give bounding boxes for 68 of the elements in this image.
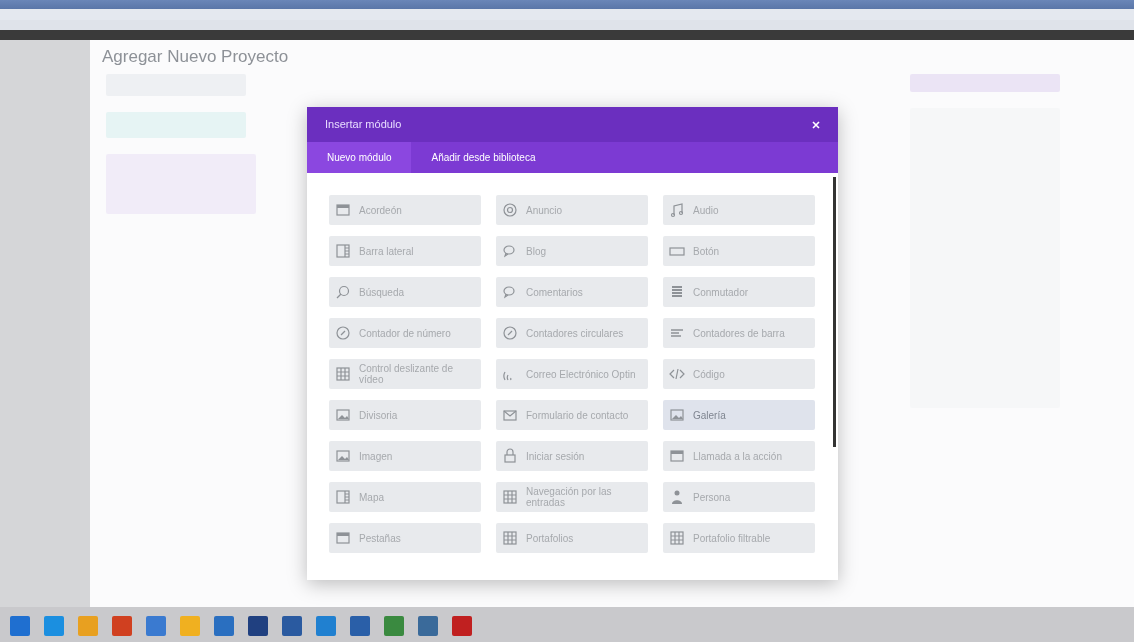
circle-icon [335, 325, 351, 341]
scrollbar[interactable] [833, 177, 836, 447]
module-tile[interactable]: Búsqueda [329, 277, 481, 307]
page-heading: Agregar Nuevo Proyecto [101, 46, 290, 68]
taskbar-app-icon[interactable] [146, 615, 166, 636]
grid-icon [502, 489, 518, 505]
close-icon[interactable] [812, 120, 820, 129]
grid-icon [669, 530, 685, 546]
module-tile[interactable]: Control deslizante de vídeo [329, 359, 481, 389]
taskbar-app-icon[interactable] [384, 615, 404, 636]
module-tile[interactable]: Contadores circulares [496, 318, 648, 348]
window-icon [669, 448, 685, 464]
taskbar-app-icon[interactable] [282, 615, 302, 636]
person-icon [669, 489, 685, 505]
module-tile[interactable]: Botón [663, 236, 815, 266]
taskbar-app-icon[interactable] [112, 615, 132, 636]
search-icon [335, 284, 351, 300]
picture-icon [669, 407, 685, 423]
window-icon [335, 530, 351, 546]
taskbar-app-icon[interactable] [418, 615, 438, 636]
module-tile[interactable]: Barra lateral [329, 236, 481, 266]
module-tile[interactable]: Navegación por las entradas [496, 482, 648, 512]
module-tile[interactable]: Imagen [329, 441, 481, 471]
module-tile[interactable]: Contadores de barra [663, 318, 815, 348]
module-tile[interactable]: Acordeón [329, 195, 481, 225]
taskbar-app-icon[interactable] [316, 615, 336, 636]
window-icon [335, 202, 351, 218]
module-tile[interactable]: Persona [663, 482, 815, 512]
envelope-icon [502, 407, 518, 423]
module-tile[interactable]: Correo Electrónico Optin [496, 359, 648, 389]
module-tile[interactable]: Mapa [329, 482, 481, 512]
module-tile[interactable]: Comentarios [496, 277, 648, 307]
module-tile[interactable]: Conmutador [663, 277, 815, 307]
dialog-tab[interactable]: Nuevo módulo [307, 142, 412, 173]
dialog-title: Insertar módulo [325, 117, 402, 133]
module-tile[interactable]: Portafolio filtrable [663, 523, 815, 553]
code-icon [669, 366, 685, 382]
list-icon [669, 284, 685, 300]
lock-icon [502, 448, 518, 464]
module-tile[interactable]: Anuncio [496, 195, 648, 225]
module-tile[interactable]: Portafolios [496, 523, 648, 553]
columns-icon [335, 243, 351, 259]
module-tile[interactable]: Formulario de contacto [496, 400, 648, 430]
module-tile[interactable]: Blog [496, 236, 648, 266]
columns-icon [335, 489, 351, 505]
picture-icon [335, 448, 351, 464]
taskbar-app-icon[interactable] [10, 615, 30, 636]
chat-icon [502, 284, 518, 300]
music-icon [669, 202, 685, 218]
module-tile[interactable]: Código [663, 359, 815, 389]
grid-icon [335, 366, 351, 382]
target-icon [502, 202, 518, 218]
taskbar-app-icon[interactable] [350, 615, 370, 636]
picture-icon [335, 407, 351, 423]
module-tile[interactable]: Galería [663, 400, 815, 430]
module-tile[interactable]: Contador de número [329, 318, 481, 348]
module-tile[interactable]: Divisoria [329, 400, 481, 430]
module-tile[interactable]: Audio [663, 195, 815, 225]
module-tile[interactable]: Iniciar sesión [496, 441, 648, 471]
module-tile[interactable]: Llamada a la acción [663, 441, 815, 471]
taskbar-app-icon[interactable] [452, 615, 472, 636]
chat-icon [502, 243, 518, 259]
taskbar-app-icon[interactable] [248, 615, 268, 636]
module-tile[interactable]: Pestañas [329, 523, 481, 553]
taskbar-app-icon[interactable] [214, 615, 234, 636]
grid-icon [502, 530, 518, 546]
circle-icon [502, 325, 518, 341]
dialog-tab[interactable]: Añadir desde biblioteca [411, 142, 556, 173]
